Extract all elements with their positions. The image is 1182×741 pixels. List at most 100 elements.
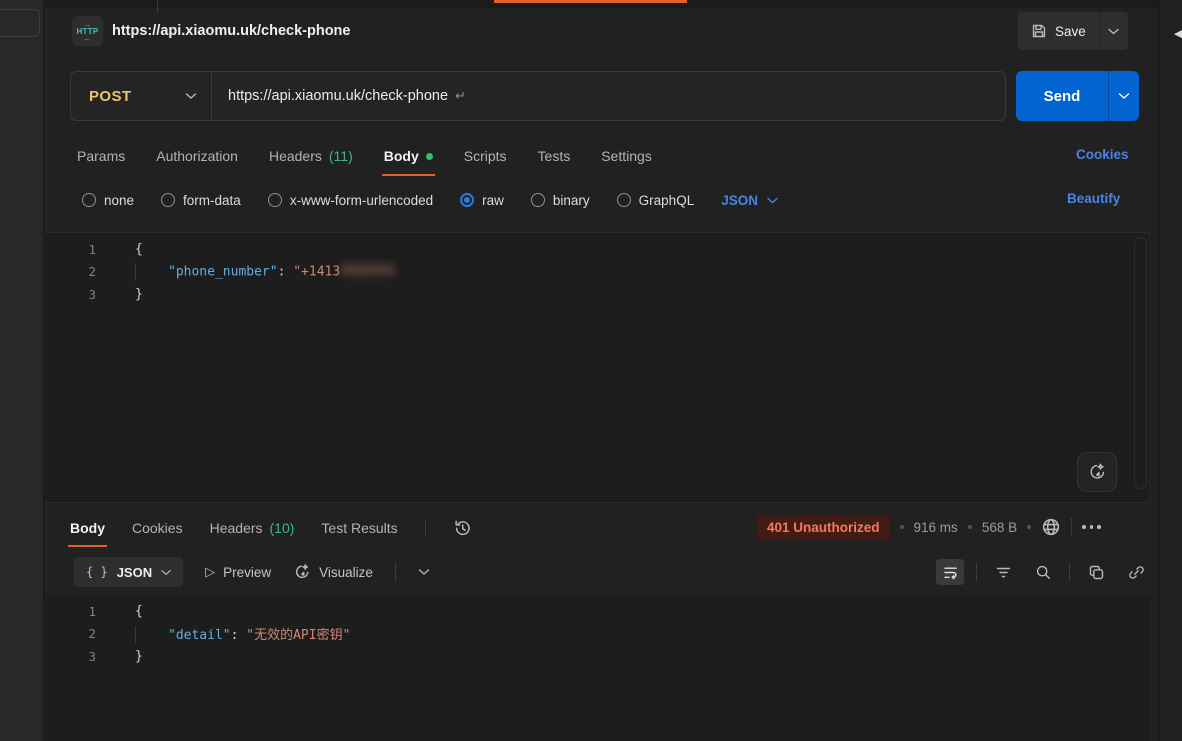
method-value: POST — [89, 88, 131, 105]
editor-scrollbar[interactable] — [1134, 237, 1147, 489]
tab-tests[interactable]: Tests — [538, 136, 571, 176]
filter-button[interactable] — [989, 559, 1017, 585]
history-clock-icon — [453, 519, 472, 538]
save-options-button[interactable] — [1100, 12, 1128, 50]
filter-icon — [995, 564, 1012, 581]
radio-x-www-form-urlencoded[interactable]: x-www-form-urlencoded — [268, 193, 433, 208]
tab-authorization[interactable]: Authorization — [156, 136, 238, 176]
redacted-phone-value: 5555555 — [340, 264, 395, 279]
radio-selected-icon — [460, 193, 474, 207]
collapse-pane-icon[interactable]: ◀ — [1174, 27, 1182, 40]
language-value: JSON — [721, 193, 758, 208]
more-options-button[interactable] — [1082, 525, 1101, 529]
wrap-text-button[interactable] — [936, 559, 964, 585]
response-format-value: JSON — [117, 565, 152, 580]
request-body-editor[interactable]: 1 { 2 "phone_number": "+14135555555 3 } — [45, 232, 1150, 503]
left-sidebar-rail[interactable] — [0, 0, 44, 741]
url-input[interactable]: https://api.xiaomu.uk/check-phone — [228, 88, 448, 104]
right-sidebar-rail[interactable] — [1158, 0, 1182, 741]
response-tab-cookies[interactable]: Cookies — [132, 509, 183, 547]
response-tab-test-results[interactable]: Test Results — [321, 509, 397, 547]
search-button[interactable] — [1029, 559, 1057, 585]
chevron-down-icon — [185, 92, 197, 100]
chevron-down-icon — [1118, 92, 1130, 100]
response-history-button[interactable] — [453, 509, 472, 547]
copy-link-button[interactable] — [1122, 559, 1150, 585]
radio-icon — [268, 193, 282, 207]
line-number: 3 — [45, 649, 110, 664]
request-url-bar: POST https://api.xiaomu.uk/check-phone ↵ — [70, 71, 1006, 121]
tab-scripts[interactable]: Scripts — [464, 136, 507, 176]
radio-form-data[interactable]: form-data — [161, 193, 241, 208]
postbot-sparkle-icon — [1087, 462, 1107, 482]
response-headers-count: (10) — [270, 520, 295, 536]
radio-icon — [531, 193, 545, 207]
active-tab-indicator — [494, 0, 687, 3]
beautify-link[interactable]: Beautify — [1067, 191, 1120, 206]
response-tab-body[interactable]: Body — [70, 509, 105, 547]
radio-raw[interactable]: raw — [460, 193, 504, 208]
line-number: 1 — [45, 242, 110, 257]
radio-icon — [617, 193, 631, 207]
arrow-left-icon: ← — [84, 36, 92, 41]
collapse-response-button[interactable] — [418, 568, 430, 576]
radio-graphql[interactable]: GraphQL — [617, 193, 695, 208]
line-number: 3 — [45, 287, 110, 302]
radio-icon — [82, 193, 96, 207]
response-format-select[interactable]: { } JSON — [74, 557, 183, 587]
send-options-button[interactable] — [1109, 71, 1139, 121]
tab-params[interactable]: Params — [77, 136, 125, 176]
divider — [45, 548, 1150, 549]
tab-settings[interactable]: Settings — [601, 136, 652, 176]
headers-count: (11) — [329, 148, 353, 164]
copy-button[interactable] — [1082, 559, 1110, 585]
braces-icon: { } — [86, 565, 108, 579]
response-body-editor[interactable]: 1 { 2 "detail": "无效的API密钥" 3 } — [45, 596, 1150, 741]
copy-icon — [1088, 564, 1105, 581]
chevron-down-icon — [1108, 28, 1119, 35]
code-line: 2 "detail": "无效的API密钥" — [45, 623, 1150, 646]
response-tab-headers[interactable]: Headers (10) — [210, 509, 295, 547]
request-tabs: Params Authorization Headers (11) Body S… — [77, 136, 652, 176]
divider — [425, 519, 426, 537]
dot-separator — [900, 525, 904, 529]
code-line: 2 "phone_number": "+14135555555 — [45, 261, 1149, 284]
link-icon — [1128, 564, 1145, 581]
http-request-icon: → HTTP ← — [72, 16, 103, 46]
code-line: 3 } — [45, 283, 1149, 306]
response-tabs: Body Cookies Headers (10) Test Results — [70, 509, 472, 547]
dot-separator — [968, 525, 972, 529]
chevron-down-icon — [418, 568, 430, 576]
send-button[interactable]: Send — [1016, 71, 1108, 121]
dot-separator — [1027, 525, 1031, 529]
response-status-bar: 401 Unauthorized 916 ms 568 B — [757, 513, 1101, 541]
tab-body[interactable]: Body — [384, 136, 433, 176]
tab-headers[interactable]: Headers (11) — [269, 136, 353, 176]
save-button[interactable]: Save — [1018, 12, 1099, 50]
method-select[interactable]: POST — [71, 72, 211, 120]
cookies-link[interactable]: Cookies — [1076, 147, 1129, 162]
request-title: https://api.xiaomu.uk/check-phone — [112, 23, 350, 39]
api-client-window: ◀ → HTTP ← https://api.xiaomu.uk/check-p… — [0, 0, 1182, 741]
modified-dot — [426, 153, 433, 160]
divider — [1069, 563, 1070, 581]
indent-guide — [135, 263, 168, 281]
globe-icon — [1041, 517, 1061, 537]
visualize-sparkle-icon — [293, 563, 311, 581]
line-number: 1 — [45, 604, 110, 619]
language-select[interactable]: JSON — [721, 193, 778, 208]
send-split-button: Send — [1016, 71, 1139, 121]
radio-icon — [161, 193, 175, 207]
visualize-button[interactable]: Visualize — [293, 563, 373, 581]
network-info-button[interactable] — [1041, 517, 1061, 537]
preview-button[interactable]: ▷ Preview — [205, 564, 271, 580]
response-time: 916 ms — [914, 520, 958, 535]
radio-none[interactable]: none — [82, 193, 134, 208]
sidebar-collapsed-tab[interactable] — [0, 9, 40, 37]
enter-key-glyph: ↵ — [455, 88, 466, 104]
response-size: 568 B — [982, 520, 1017, 535]
line-number: 2 — [45, 626, 110, 641]
code-line: 1 { — [45, 238, 1149, 261]
radio-binary[interactable]: binary — [531, 193, 590, 208]
postbot-button[interactable] — [1077, 452, 1117, 492]
